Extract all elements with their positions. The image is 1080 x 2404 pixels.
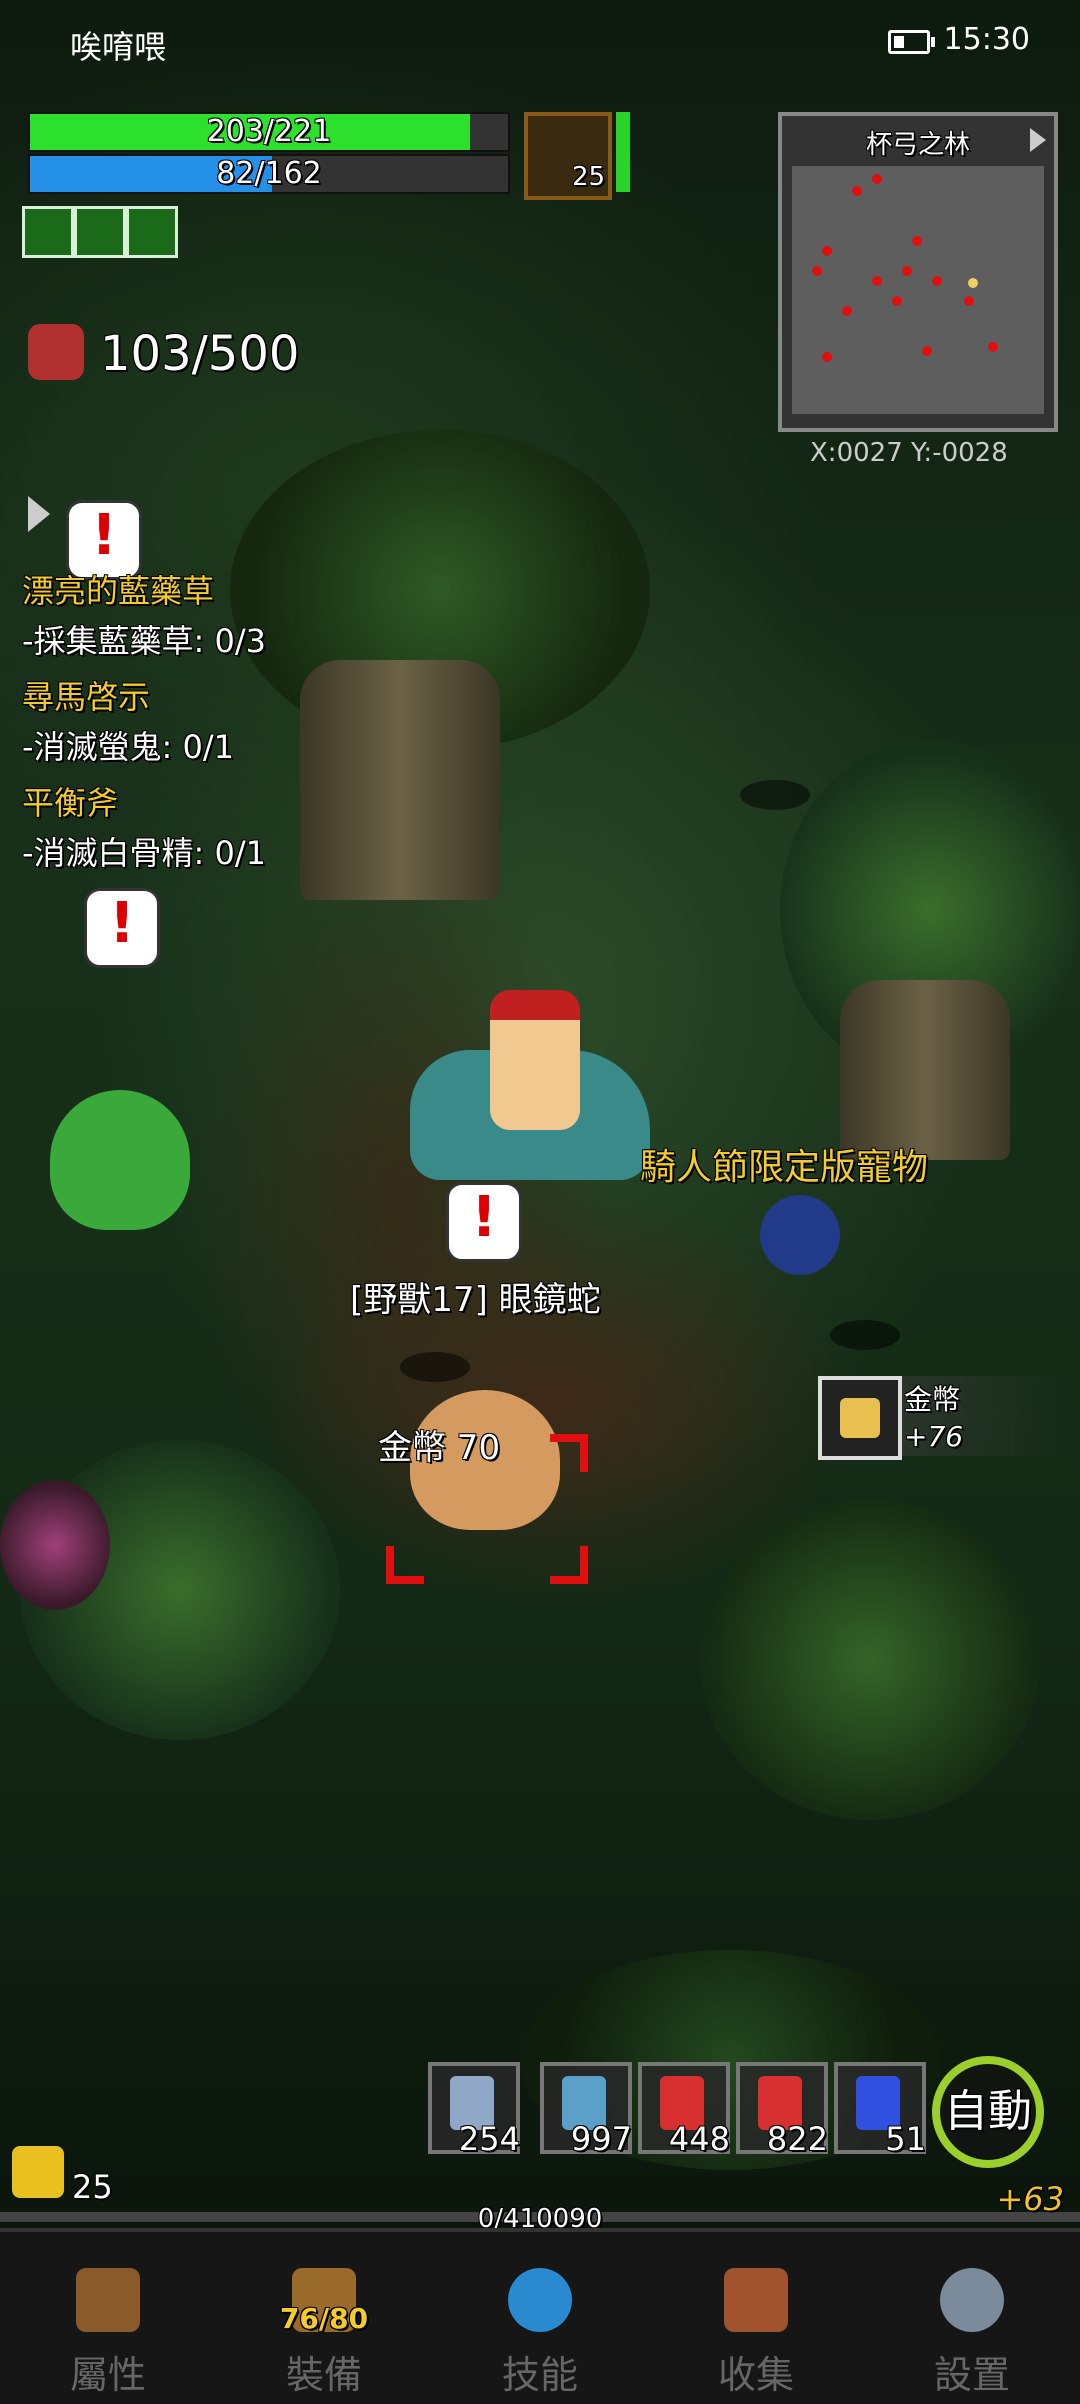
demon-kill-icon — [28, 324, 84, 380]
kill-counter: 103/500 — [100, 326, 300, 382]
gear-icon — [940, 2268, 1004, 2332]
nav-label: 屬性 — [69, 2353, 146, 2397]
hp-text: 203/221 — [206, 114, 332, 149]
nav-skills[interactable]: 技能 — [432, 2232, 648, 2404]
minimap-title: 杯弓之林 — [865, 130, 970, 160]
gold-drop-label: 金幣 70 — [378, 1428, 501, 1468]
minimap[interactable]: 杯弓之林 — [778, 112, 1058, 432]
status-app-name: 唉唷喂 — [70, 28, 167, 66]
tree-trunk — [840, 980, 1010, 1160]
level-icon — [12, 2146, 64, 2198]
minimap-expand-icon[interactable] — [1030, 128, 1046, 152]
enemy-dot — [912, 236, 922, 246]
hp-bar: 203/221 — [28, 112, 510, 152]
auto-button[interactable]: 自動 — [932, 2056, 1044, 2168]
book-icon — [724, 2268, 788, 2332]
flower-bush — [0, 1480, 110, 1610]
enemy-dot — [872, 174, 882, 184]
bottom-nav: 屬性 76/80 裝備 技能 收集 設置 — [0, 2228, 1080, 2404]
skull-remains — [830, 1320, 900, 1350]
slot-count: 997 — [570, 2120, 632, 2158]
monster-alert-icon — [446, 1182, 522, 1262]
quest-title[interactable]: 漂亮的藍藥草 — [22, 566, 214, 612]
quickslot-fish[interactable]: 997 — [540, 2062, 632, 2158]
buff-shield-icon[interactable] — [74, 206, 126, 258]
battery-icon — [888, 30, 935, 54]
quest-task: -採集藍藥草: 0/3 — [22, 622, 267, 660]
pet-level: 25 — [572, 162, 606, 192]
enemy-dot — [852, 186, 862, 196]
player-character — [490, 990, 580, 1130]
green-snake-monster[interactable] — [50, 1090, 190, 1230]
skull-remains — [740, 780, 810, 810]
quickslot-scroll[interactable]: 254 — [428, 2062, 520, 2158]
npc-alert-icon[interactable] — [84, 888, 160, 968]
enemy-dot — [812, 266, 822, 276]
slot-count: 254 — [458, 2120, 520, 2158]
mp-bar: 82/162 — [28, 154, 510, 194]
enemy-dot — [902, 266, 912, 276]
nav-label: 裝備 — [285, 2353, 362, 2397]
quickslot-blue-potion[interactable]: 51 — [834, 2062, 926, 2158]
player-level: 25 — [72, 2168, 113, 2206]
tree-trunk — [300, 660, 500, 900]
enemy-dot — [822, 352, 832, 362]
enemy-dot — [842, 306, 852, 316]
coordinates: X:0027 Y:-0028 — [810, 438, 1008, 468]
target-corner — [550, 1546, 588, 1584]
pet-title-label: 騎人節限定版寵物 — [640, 1147, 929, 1188]
pet-hp-bar — [616, 112, 630, 192]
target-corner — [386, 1546, 424, 1584]
enemy-dot — [922, 346, 932, 356]
quest-title[interactable]: 平衡斧 — [22, 778, 118, 824]
slot-count: 51 — [885, 2120, 926, 2158]
enemy-dot — [892, 296, 902, 306]
mp-text: 82/162 — [216, 156, 322, 191]
buff-speed-icon[interactable] — [22, 206, 74, 258]
player-dot — [968, 278, 978, 288]
enemy-dot — [822, 246, 832, 256]
quest-collapse-icon[interactable] — [28, 496, 50, 532]
skull-remains — [400, 1352, 470, 1382]
quest-title[interactable]: 尋馬啓示 — [22, 672, 150, 718]
enemy-dot — [988, 342, 998, 352]
slot-count: 822 — [766, 2120, 828, 2158]
loot-amount: +76 — [904, 1420, 964, 1453]
nav-label: 收集 — [717, 2353, 794, 2397]
exp-gain: +63 — [996, 2180, 1064, 2218]
status-time: 15:30 — [943, 22, 1030, 57]
nav-label: 設置 — [933, 2353, 1010, 2397]
nav-collection[interactable]: 收集 — [648, 2232, 864, 2404]
buff-defense-icon[interactable] — [126, 206, 178, 258]
skill-orb-icon — [508, 2268, 572, 2332]
nav-equipment[interactable]: 76/80 裝備 — [216, 2232, 432, 2404]
nav-label: 技能 — [501, 2353, 578, 2397]
nav-attributes[interactable]: 屬性 — [0, 2232, 216, 2404]
helmet-icon — [76, 2268, 140, 2332]
slot-count: 448 — [668, 2120, 730, 2158]
nav-settings[interactable]: 設置 — [864, 2232, 1080, 2404]
minimap-area — [792, 166, 1044, 414]
tree-canopy — [700, 1500, 1040, 1820]
quest-task: -消滅白骨精: 0/1 — [22, 834, 267, 872]
quest-task: -消滅螢鬼: 0/1 — [22, 728, 235, 766]
quickslot-red-potion-2[interactable]: 822 — [736, 2062, 828, 2158]
enemy-dot — [932, 276, 942, 286]
loot-name: 金幣 — [904, 1383, 961, 1416]
quickslot-red-potion[interactable]: 448 — [638, 2062, 730, 2158]
gold-coins-icon — [818, 1376, 902, 1460]
target-corner — [550, 1434, 588, 1472]
enemy-dot — [964, 296, 974, 306]
equipment-count-badge: 76/80 — [279, 2302, 369, 2335]
enemy-dot — [872, 276, 882, 286]
monster-name-label: [野獸17] 眼鏡蛇 — [350, 1280, 601, 1320]
pet-bird[interactable] — [760, 1195, 840, 1275]
